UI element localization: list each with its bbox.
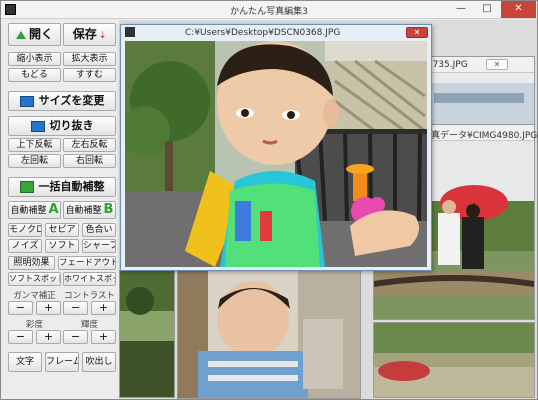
tone-button[interactable]: 色合い	[82, 223, 116, 237]
contrast-plus-button[interactable]: +	[91, 301, 116, 315]
shrink-button[interactable]: 縮小表示	[8, 52, 61, 66]
window-back-1-close[interactable]: ✕	[486, 59, 508, 70]
rotate-right-button[interactable]: 右回転	[63, 154, 116, 168]
undo-button[interactable]: もどる	[8, 68, 61, 82]
contrast-label: コントラスト	[64, 291, 115, 301]
flip-vertical-button[interactable]: 上下反転	[8, 138, 61, 152]
frame-button[interactable]: フレーム	[45, 352, 79, 372]
softspot-button[interactable]: ソフトスポット	[8, 272, 61, 286]
brightness-minus-button[interactable]: −	[63, 330, 88, 344]
title-bar: かんたん写真編集3 — □ ✕	[1, 1, 537, 19]
brightness-plus-button[interactable]: +	[91, 330, 116, 344]
main-window-close[interactable]: ✕	[406, 27, 428, 38]
mono-button[interactable]: モノクロ	[8, 223, 42, 237]
window-back-2-title: 写真データ¥CIMG4980.JPG	[422, 131, 538, 141]
parasol-photo-2	[374, 323, 534, 397]
soft-button[interactable]: ソフト	[45, 239, 79, 253]
photo-bottom-center[interactable]	[177, 268, 361, 399]
maximize-button[interactable]: □	[475, 1, 499, 18]
gamma-minus-button[interactable]: −	[8, 301, 33, 315]
minimize-button[interactable]: —	[449, 1, 473, 18]
main-window-titlebar: C:¥Users¥Desktop¥DSCN0368.JPG ✕	[121, 25, 431, 41]
garden-photo	[120, 271, 174, 397]
open-icon	[15, 30, 26, 39]
balloon-button[interactable]: 吹出し	[82, 352, 116, 372]
auto-all-icon	[19, 181, 34, 193]
main-window-icon	[125, 27, 135, 37]
sepia-button[interactable]: セピア	[45, 223, 79, 237]
close-button[interactable]: ✕	[501, 1, 536, 18]
photo-bottom-left[interactable]	[119, 270, 175, 398]
gamma-label: ガンマ補正	[13, 291, 56, 301]
auto-b-button[interactable]: 自動補整 B	[63, 201, 116, 219]
noise-button[interactable]: ノイズ	[8, 239, 42, 253]
saturation-minus-button[interactable]: −	[8, 330, 33, 344]
enlarge-button[interactable]: 拡大表示	[63, 52, 116, 66]
contrast-minus-button[interactable]: −	[63, 301, 88, 315]
crop-button[interactable]: 切り抜き	[8, 116, 116, 136]
open-button[interactable]: 開く	[8, 23, 61, 46]
rotate-left-button[interactable]: 左回転	[8, 154, 61, 168]
lighting-button[interactable]: 照明効果	[8, 256, 55, 270]
app-window: かんたん写真編集3 — □ ✕ 開く 保存 ⇣ 縮小表示 拡大表示 もどる すすむ…	[0, 0, 538, 400]
tool-panel: 開く 保存 ⇣ 縮小表示 拡大表示 もどる すすむ サイズを変更 切り抜き 上下反…	[3, 20, 117, 399]
auto-all-button[interactable]: 一括自動補整	[8, 177, 116, 197]
save-icon: ⇣	[98, 31, 107, 41]
auto-a-button[interactable]: 自動補整 A	[8, 201, 61, 219]
main-window-title: C:¥Users¥Desktop¥DSCN0368.JPG	[185, 28, 341, 38]
child-photo-2	[178, 269, 360, 398]
resize-icon	[19, 95, 34, 107]
main-photo	[125, 41, 427, 267]
resize-button[interactable]: サイズを変更	[8, 91, 116, 111]
main-image-window[interactable]: C:¥Users¥Desktop¥DSCN0368.JPG ✕	[120, 24, 432, 271]
photo-bottom-right[interactable]	[373, 322, 535, 398]
flip-horizontal-button[interactable]: 左右反転	[63, 138, 116, 152]
saturation-plus-button[interactable]: +	[36, 330, 61, 344]
text-button[interactable]: 文字	[8, 352, 42, 372]
fadeout-button[interactable]: フェードアウト	[58, 256, 116, 270]
brightness-label: 輝度	[80, 320, 98, 330]
whitespot-button[interactable]: ホワイトスポット	[63, 272, 116, 286]
crop-icon	[30, 120, 45, 132]
gamma-plus-button[interactable]: +	[36, 301, 61, 315]
saturation-label: 彩度	[25, 320, 43, 330]
sharp-button[interactable]: シャープ	[82, 239, 116, 253]
redo-button[interactable]: すすむ	[63, 68, 116, 82]
save-button[interactable]: 保存 ⇣	[63, 23, 116, 46]
